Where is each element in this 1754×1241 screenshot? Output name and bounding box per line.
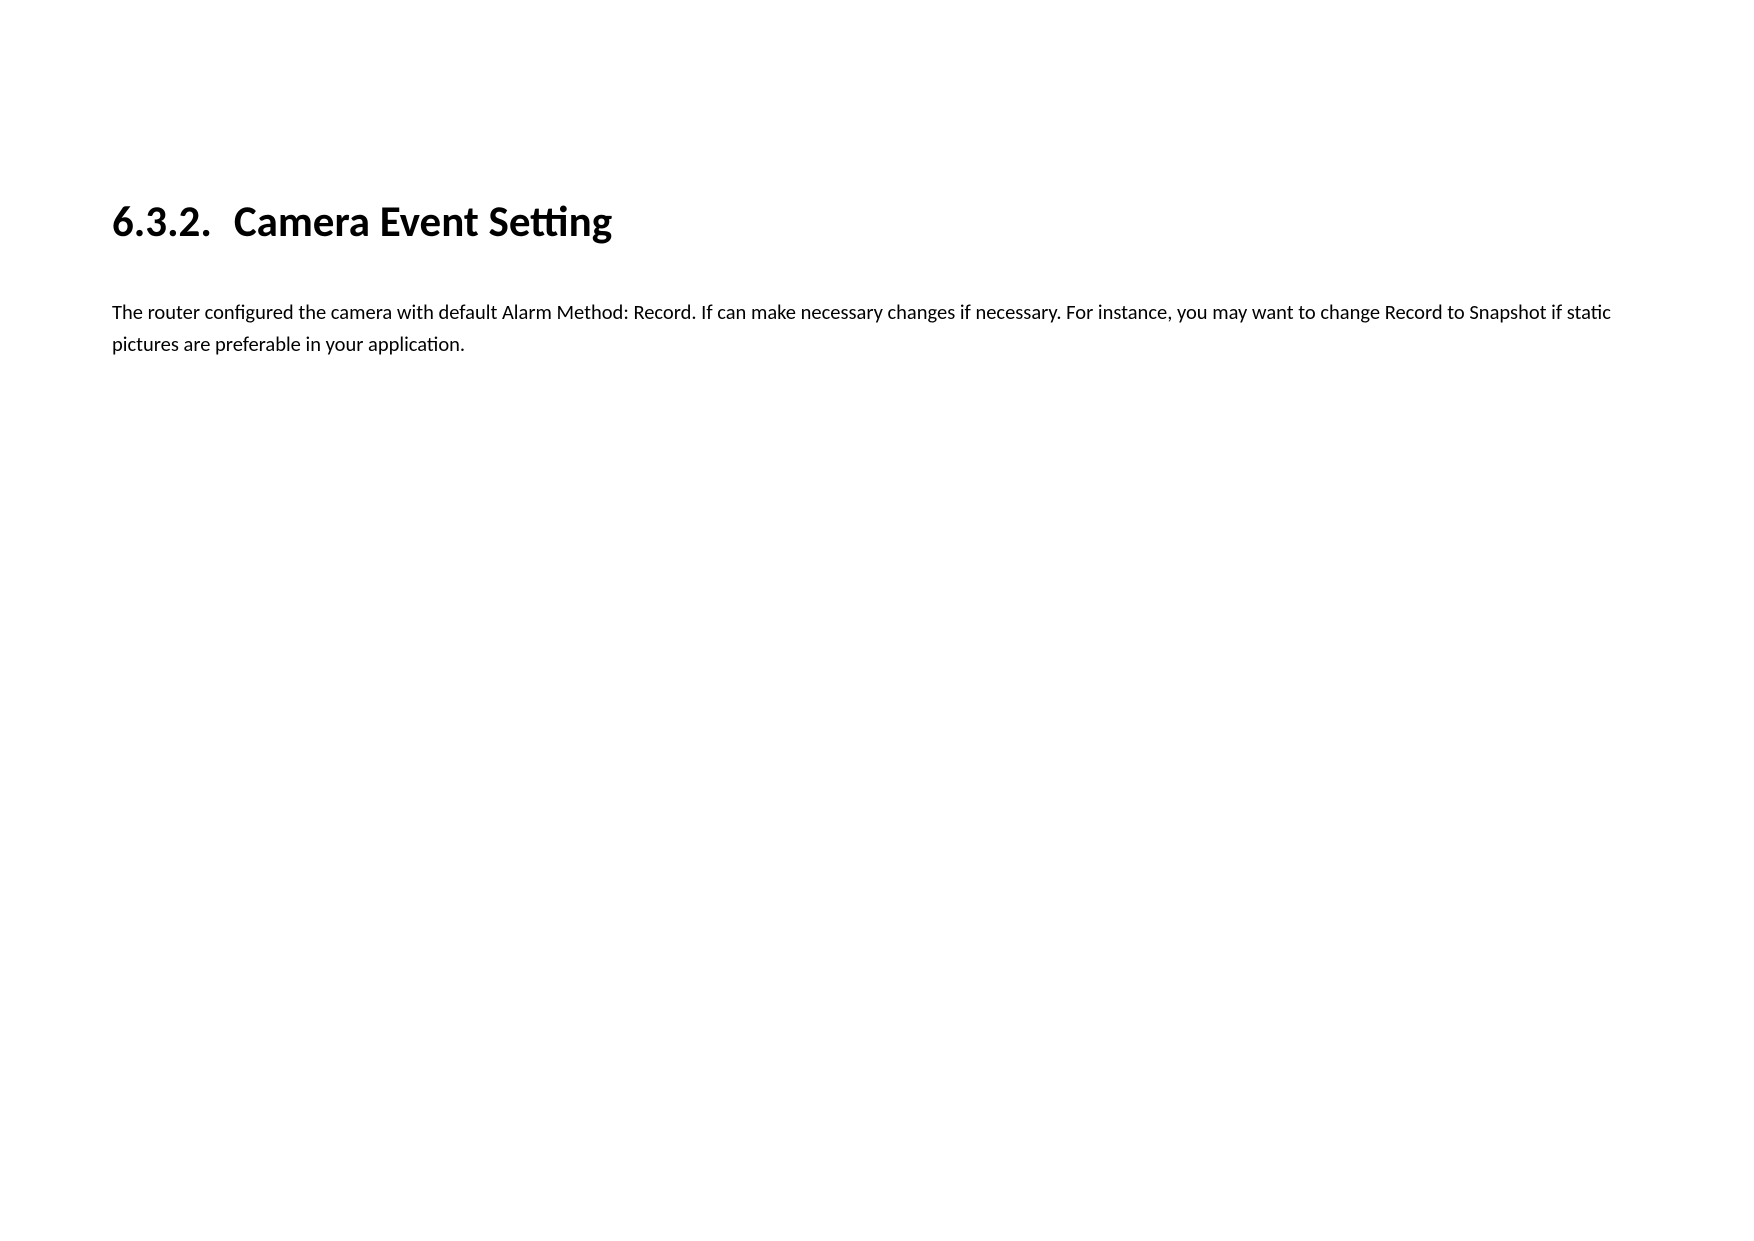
document-content: 6.3.2. Camera Event Setting The router co… [112,195,1642,361]
section-paragraph: The router configured the camera with de… [112,296,1642,361]
section-heading: 6.3.2. Camera Event Setting [112,195,1642,248]
section-number: 6.3.2. [112,195,212,248]
section-title: Camera Event Setting [234,195,612,248]
